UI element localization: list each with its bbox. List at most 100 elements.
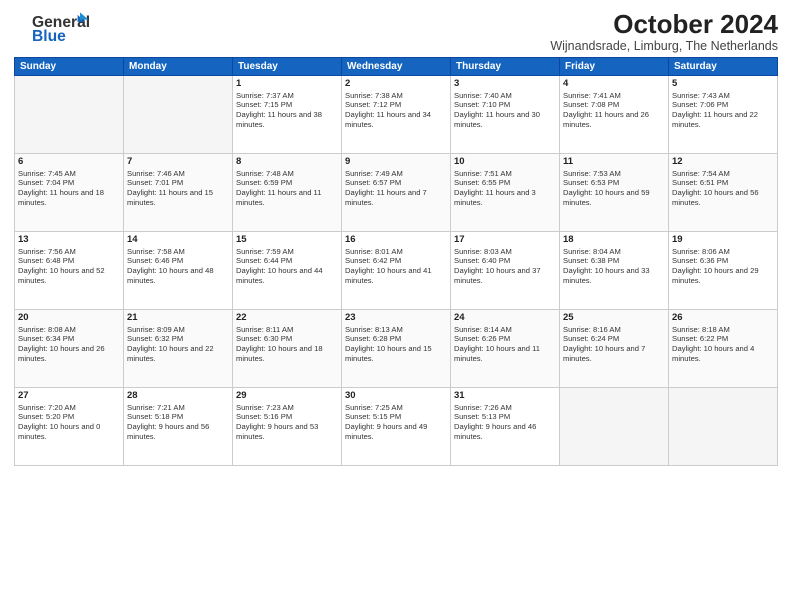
calendar-cell: 22 Sunrise: 8:11 AM Sunset: 6:30 PM Dayli… xyxy=(233,309,342,387)
day-number: 30 xyxy=(345,390,447,401)
day-details: Sunrise: 8:06 AM Sunset: 6:36 PM Dayligh… xyxy=(672,247,774,286)
weekday-header-saturday: Saturday xyxy=(669,57,778,75)
day-number: 13 xyxy=(18,234,120,245)
day-number: 4 xyxy=(563,78,665,89)
calendar-cell: 31 Sunrise: 7:26 AM Sunset: 5:13 PM Dayli… xyxy=(451,387,560,465)
calendar-cell: 27Sunrise: 7:20 AM Sunset: 5:20 PM Dayli… xyxy=(15,387,124,465)
day-details: Sunrise: 7:26 AM Sunset: 5:13 PM Dayligh… xyxy=(454,403,556,442)
calendar-cell: 23Sunrise: 8:13 AM Sunset: 6:28 PM Dayli… xyxy=(342,309,451,387)
day-number: 12 xyxy=(672,156,774,167)
day-details: Sunrise: 7:59 AM Sunset: 6:44 PM Dayligh… xyxy=(236,247,338,286)
day-number: 16 xyxy=(345,234,447,245)
day-number: 19 xyxy=(672,234,774,245)
day-number: 1 xyxy=(236,78,338,89)
day-number: 22 xyxy=(236,312,338,323)
day-number: 14 xyxy=(127,234,229,245)
calendar-cell: 15 Sunrise: 7:59 AM Sunset: 6:44 PM Dayli… xyxy=(233,231,342,309)
day-number: 7 xyxy=(127,156,229,167)
calendar-cell: 17 Sunrise: 8:03 AM Sunset: 6:40 PM Dayli… xyxy=(451,231,560,309)
week-row-2: 6 Sunrise: 7:45 AM Sunset: 7:04 PM Daylig… xyxy=(15,153,778,231)
logo-icon: General Blue xyxy=(16,10,96,46)
weekday-header-thursday: Thursday xyxy=(451,57,560,75)
day-details: Sunrise: 7:58 AM Sunset: 6:46 PM Dayligh… xyxy=(127,247,229,286)
calendar-cell: 14 Sunrise: 7:58 AM Sunset: 6:46 PM Dayli… xyxy=(124,231,233,309)
calendar-cell: 20Sunrise: 8:08 AM Sunset: 6:34 PM Dayli… xyxy=(15,309,124,387)
calendar-cell: 30 Sunrise: 7:25 AM Sunset: 5:15 PM Dayli… xyxy=(342,387,451,465)
day-number: 17 xyxy=(454,234,556,245)
day-details: Sunrise: 7:51 AM Sunset: 6:55 PM Dayligh… xyxy=(454,169,556,208)
calendar-cell: 5 Sunrise: 7:43 AM Sunset: 7:06 PM Daylig… xyxy=(669,75,778,153)
weekday-header-friday: Friday xyxy=(560,57,669,75)
week-row-4: 20Sunrise: 8:08 AM Sunset: 6:34 PM Dayli… xyxy=(15,309,778,387)
weekday-header-sunday: Sunday xyxy=(15,57,124,75)
calendar-cell: 1 Sunrise: 7:37 AM Sunset: 7:15 PM Daylig… xyxy=(233,75,342,153)
day-details: Sunrise: 8:14 AM Sunset: 6:26 PM Dayligh… xyxy=(454,325,556,364)
day-details: Sunrise: 7:45 AM Sunset: 7:04 PM Dayligh… xyxy=(18,169,120,208)
day-details: Sunrise: 8:03 AM Sunset: 6:40 PM Dayligh… xyxy=(454,247,556,286)
calendar-cell: 13Sunrise: 7:56 AM Sunset: 6:48 PM Dayli… xyxy=(15,231,124,309)
day-details: Sunrise: 8:09 AM Sunset: 6:32 PM Dayligh… xyxy=(127,325,229,364)
day-details: Sunrise: 7:43 AM Sunset: 7:06 PM Dayligh… xyxy=(672,91,774,130)
svg-text:Blue: Blue xyxy=(32,28,66,45)
calendar-cell xyxy=(669,387,778,465)
calendar-cell: 18 Sunrise: 8:04 AM Sunset: 6:38 PM Dayli… xyxy=(560,231,669,309)
calendar-cell: 8 Sunrise: 7:48 AM Sunset: 6:59 PM Daylig… xyxy=(233,153,342,231)
week-row-3: 13Sunrise: 7:56 AM Sunset: 6:48 PM Dayli… xyxy=(15,231,778,309)
day-number: 18 xyxy=(563,234,665,245)
day-details: Sunrise: 7:48 AM Sunset: 6:59 PM Dayligh… xyxy=(236,169,338,208)
title-area: October 2024 Wijnandsrade, Limburg, The … xyxy=(550,10,778,53)
day-number: 10 xyxy=(454,156,556,167)
logo: General Blue xyxy=(14,10,96,51)
calendar-page: General Blue October 2024 Wijnandsrade, … xyxy=(0,0,792,612)
calendar-cell: 9 Sunrise: 7:49 AM Sunset: 6:57 PM Daylig… xyxy=(342,153,451,231)
weekday-header-monday: Monday xyxy=(124,57,233,75)
calendar-cell: 12 Sunrise: 7:54 AM Sunset: 6:51 PM Dayli… xyxy=(669,153,778,231)
calendar-cell: 7Sunrise: 7:46 AM Sunset: 7:01 PM Daylig… xyxy=(124,153,233,231)
calendar-cell: 6 Sunrise: 7:45 AM Sunset: 7:04 PM Daylig… xyxy=(15,153,124,231)
day-details: Sunrise: 7:25 AM Sunset: 5:15 PM Dayligh… xyxy=(345,403,447,442)
calendar-cell: 21Sunrise: 8:09 AM Sunset: 6:32 PM Dayli… xyxy=(124,309,233,387)
day-number: 20 xyxy=(18,312,120,323)
header-row: SundayMondayTuesdayWednesdayThursdayFrid… xyxy=(15,57,778,75)
day-details: Sunrise: 7:40 AM Sunset: 7:10 PM Dayligh… xyxy=(454,91,556,130)
day-details: Sunrise: 8:13 AM Sunset: 6:28 PM Dayligh… xyxy=(345,325,447,364)
calendar-cell: 25 Sunrise: 8:16 AM Sunset: 6:24 PM Dayli… xyxy=(560,309,669,387)
day-number: 11 xyxy=(563,156,665,167)
day-details: Sunrise: 7:49 AM Sunset: 6:57 PM Dayligh… xyxy=(345,169,447,208)
week-row-1: 1 Sunrise: 7:37 AM Sunset: 7:15 PM Daylig… xyxy=(15,75,778,153)
calendar-cell: 3Sunrise: 7:40 AM Sunset: 7:10 PM Daylig… xyxy=(451,75,560,153)
calendar-cell: 26Sunrise: 8:18 AM Sunset: 6:22 PM Dayli… xyxy=(669,309,778,387)
day-number: 25 xyxy=(563,312,665,323)
calendar-cell xyxy=(560,387,669,465)
week-row-5: 27Sunrise: 7:20 AM Sunset: 5:20 PM Dayli… xyxy=(15,387,778,465)
day-details: Sunrise: 7:23 AM Sunset: 5:16 PM Dayligh… xyxy=(236,403,338,442)
day-number: 2 xyxy=(345,78,447,89)
day-details: Sunrise: 7:41 AM Sunset: 7:08 PM Dayligh… xyxy=(563,91,665,130)
calendar-cell xyxy=(124,75,233,153)
weekday-header-wednesday: Wednesday xyxy=(342,57,451,75)
weekday-header-tuesday: Tuesday xyxy=(233,57,342,75)
day-number: 9 xyxy=(345,156,447,167)
day-number: 5 xyxy=(672,78,774,89)
day-details: Sunrise: 7:54 AM Sunset: 6:51 PM Dayligh… xyxy=(672,169,774,208)
day-details: Sunrise: 8:18 AM Sunset: 6:22 PM Dayligh… xyxy=(672,325,774,364)
day-number: 31 xyxy=(454,390,556,401)
day-number: 15 xyxy=(236,234,338,245)
day-details: Sunrise: 7:38 AM Sunset: 7:12 PM Dayligh… xyxy=(345,91,447,130)
day-number: 6 xyxy=(18,156,120,167)
calendar-cell: 10 Sunrise: 7:51 AM Sunset: 6:55 PM Dayli… xyxy=(451,153,560,231)
calendar-cell: 28Sunrise: 7:21 AM Sunset: 5:18 PM Dayli… xyxy=(124,387,233,465)
day-details: Sunrise: 8:04 AM Sunset: 6:38 PM Dayligh… xyxy=(563,247,665,286)
calendar-cell: 2 Sunrise: 7:38 AM Sunset: 7:12 PM Daylig… xyxy=(342,75,451,153)
day-details: Sunrise: 8:16 AM Sunset: 6:24 PM Dayligh… xyxy=(563,325,665,364)
calendar-table: SundayMondayTuesdayWednesdayThursdayFrid… xyxy=(14,57,778,466)
calendar-cell: 16Sunrise: 8:01 AM Sunset: 6:42 PM Dayli… xyxy=(342,231,451,309)
calendar-cell: 19 Sunrise: 8:06 AM Sunset: 6:36 PM Dayli… xyxy=(669,231,778,309)
calendar-cell: 4 Sunrise: 7:41 AM Sunset: 7:08 PM Daylig… xyxy=(560,75,669,153)
day-number: 8 xyxy=(236,156,338,167)
day-number: 27 xyxy=(18,390,120,401)
month-title: October 2024 xyxy=(550,10,778,39)
day-details: Sunrise: 7:37 AM Sunset: 7:15 PM Dayligh… xyxy=(236,91,338,130)
day-details: Sunrise: 8:11 AM Sunset: 6:30 PM Dayligh… xyxy=(236,325,338,364)
calendar-cell: 11Sunrise: 7:53 AM Sunset: 6:53 PM Dayli… xyxy=(560,153,669,231)
